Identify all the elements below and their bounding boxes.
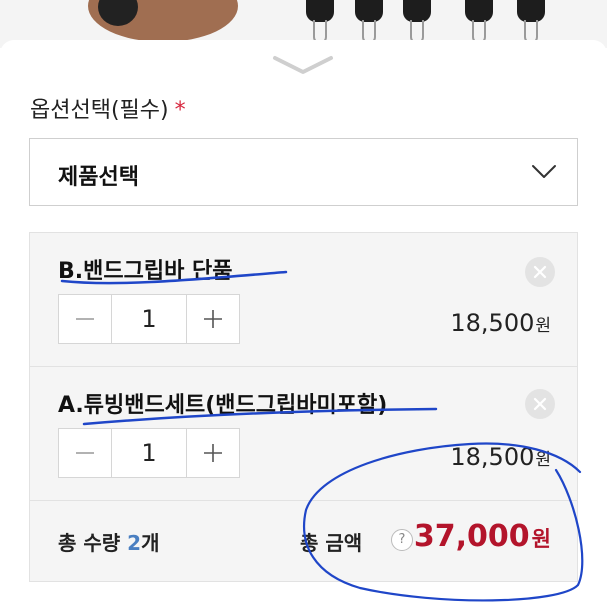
grip-handle-1 bbox=[306, 0, 334, 22]
close-icon bbox=[533, 265, 547, 279]
item-price-value: 18,500 bbox=[450, 309, 535, 337]
item-price-currency: 원 bbox=[535, 450, 551, 470]
minus-icon bbox=[76, 452, 94, 454]
remove-item-button[interactable] bbox=[525, 389, 555, 419]
total-quantity: 총 수량 2개 bbox=[58, 527, 159, 556]
plus-icon bbox=[204, 310, 222, 328]
grip-handle-5 bbox=[517, 0, 545, 22]
product-select-label: 제품선택 bbox=[58, 165, 139, 190]
total-amount-value: 37,000 bbox=[413, 519, 530, 554]
collapse-chevron-icon[interactable] bbox=[271, 50, 335, 78]
decrease-button[interactable] bbox=[59, 429, 111, 477]
item-price: 18,500원 bbox=[450, 309, 551, 337]
close-icon bbox=[533, 397, 547, 411]
total-quantity-label: 총 수량 bbox=[58, 531, 121, 555]
chevron-down-icon bbox=[532, 165, 556, 178]
option-section-label: 옵션선택(필수) bbox=[30, 98, 169, 123]
plus-icon bbox=[204, 444, 222, 462]
quantity-value[interactable]: 1 bbox=[111, 295, 187, 343]
help-icon[interactable]: ? bbox=[391, 529, 413, 551]
remove-item-button[interactable] bbox=[525, 257, 555, 287]
cart-item: B.밴드그립바 단품 1 18,500원 bbox=[30, 233, 577, 367]
cart-item: A.튜빙밴드세트(밴드그립바미포함) 1 18,500원 bbox=[30, 367, 577, 501]
option-section-title: 옵션선택(필수) * bbox=[30, 92, 186, 124]
grip-handle-3 bbox=[403, 0, 431, 22]
quantity-stepper: 1 bbox=[58, 428, 240, 478]
item-name: B.밴드그립바 단품 bbox=[58, 259, 233, 284]
total-amount: 37,000원 bbox=[414, 519, 551, 554]
increase-button[interactable] bbox=[187, 295, 239, 343]
quantity-stepper: 1 bbox=[58, 294, 240, 344]
minus-icon bbox=[76, 318, 94, 320]
total-amount-currency: 원 bbox=[531, 527, 551, 551]
order-summary: 총 수량 2개 총 금액 ? 37,000원 bbox=[30, 501, 577, 581]
product-select[interactable]: 제품선택 bbox=[29, 138, 578, 206]
item-price: 18,500원 bbox=[450, 443, 551, 471]
increase-button[interactable] bbox=[187, 429, 239, 477]
item-name: A.튜빙밴드세트(밴드그립바미포함) bbox=[58, 393, 388, 418]
quantity-value[interactable]: 1 bbox=[111, 429, 187, 477]
option-sheet: 옵션선택(필수) * 제품선택 B.밴드그립바 단품 1 18,500원 A.튜… bbox=[0, 40, 607, 607]
total-amount-label: 총 금액 bbox=[300, 531, 363, 555]
required-mark: * bbox=[174, 98, 186, 123]
decrease-button[interactable] bbox=[59, 295, 111, 343]
grip-handle-4 bbox=[465, 0, 493, 22]
item-price-currency: 원 bbox=[535, 316, 551, 336]
selected-items-panel: B.밴드그립바 단품 1 18,500원 A.튜빙밴드세트(밴드그립바미포함) bbox=[29, 232, 578, 582]
item-price-value: 18,500 bbox=[450, 443, 535, 471]
grip-handle-2 bbox=[355, 0, 383, 22]
total-quantity-count: 2 bbox=[127, 531, 142, 555]
total-quantity-unit: 개 bbox=[141, 531, 160, 555]
